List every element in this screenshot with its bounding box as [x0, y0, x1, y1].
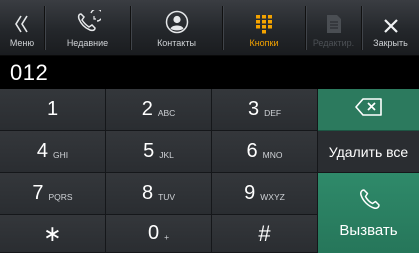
recent-label: Недавние	[66, 38, 109, 48]
key-digit: 0	[147, 222, 160, 244]
key-letters: DEF	[264, 107, 282, 118]
key-letters: GHI	[53, 149, 69, 160]
dialed-number: 012	[10, 60, 49, 85]
tab-contacts[interactable]: Контакты	[131, 0, 222, 56]
delete-all-button[interactable]: Удалить все	[318, 131, 419, 173]
key-letters: WXYZ	[260, 191, 285, 202]
key-letters: MNO	[262, 149, 283, 160]
key-digit: 1	[46, 98, 59, 120]
call-button[interactable]: Вызвать	[318, 173, 419, 253]
chevron-double-left-icon	[14, 0, 30, 34]
close-button[interactable]: Закрыть	[362, 0, 419, 56]
top-navigation-bar: Меню Недавние Контакты Кнопки Редактир. …	[0, 0, 419, 56]
key-digit: 4	[36, 140, 48, 162]
key-digit: 7	[32, 182, 44, 204]
key-5[interactable]: 5 JKL	[106, 131, 212, 173]
keypad-label: Кнопки	[249, 38, 279, 48]
key-1[interactable]: 1	[0, 89, 106, 131]
menu-button[interactable]: Меню	[0, 0, 44, 56]
contacts-label: Контакты	[157, 38, 196, 48]
tab-keypad[interactable]: Кнопки	[223, 0, 305, 56]
key-letters: JKL	[159, 149, 174, 160]
key-9[interactable]: 9 WXYZ	[212, 173, 318, 215]
key-star[interactable]: ∗	[0, 215, 106, 253]
key-digit: 5	[143, 140, 155, 162]
dial-keypad: 1 2 ABC 3 DEF 4 GHI 5 JKL 6 MNO 7 PQRS 8…	[0, 89, 318, 253]
phone-history-icon	[75, 0, 101, 34]
key-2[interactable]: 2 ABC	[106, 89, 212, 131]
key-digit: 8	[141, 182, 154, 204]
keypad-grid-icon	[255, 0, 273, 34]
tab-recent[interactable]: Недавние	[45, 0, 130, 56]
key-6[interactable]: 6 MNO	[212, 131, 318, 173]
key-8[interactable]: 8 TUV	[106, 173, 212, 215]
backspace-button[interactable]	[318, 89, 419, 131]
phone-icon	[357, 188, 381, 216]
key-digit: 6	[246, 140, 258, 162]
close-label: Закрыть	[373, 38, 408, 48]
edit-label: Редактир.	[312, 38, 355, 48]
dialed-number-display: 012	[0, 57, 419, 89]
key-letters: +	[164, 231, 170, 242]
key-letters: TUV	[158, 191, 176, 202]
close-icon	[383, 0, 399, 34]
call-label: Вызвать	[339, 221, 398, 239]
contact-person-icon	[165, 0, 189, 34]
delete-all-label: Удалить все	[328, 143, 409, 160]
key-letters: PQRS	[48, 191, 73, 202]
key-0[interactable]: 0 +	[106, 215, 212, 253]
key-3[interactable]: 3 DEF	[212, 89, 318, 131]
edit-document-icon	[326, 0, 342, 34]
key-digit: 9	[244, 182, 256, 204]
backspace-icon	[354, 98, 383, 121]
key-4[interactable]: 4 GHI	[0, 131, 106, 173]
key-digit: 3	[247, 98, 260, 120]
key-7[interactable]: 7 PQRS	[0, 173, 106, 215]
edit-button: Редактир.	[306, 0, 361, 56]
key-digit: 2	[141, 98, 153, 120]
key-letters: ABC	[157, 107, 176, 118]
key-hash[interactable]: #	[212, 215, 318, 253]
key-digit: ∗	[43, 220, 62, 246]
menu-label: Меню	[9, 38, 35, 48]
dial-actions: Удалить все Вызвать	[318, 89, 419, 253]
key-digit: #	[258, 220, 271, 246]
